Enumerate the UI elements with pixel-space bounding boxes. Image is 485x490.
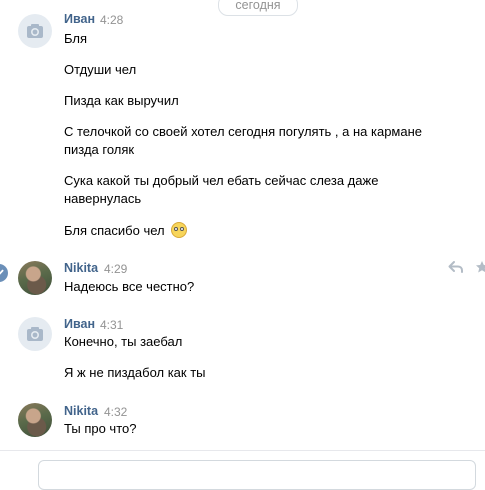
message-time[interactable]: 4:29: [104, 262, 127, 276]
message-author[interactable]: Иван: [64, 317, 95, 331]
message-time[interactable]: 4:28: [100, 13, 123, 27]
message-text: пизда голяк: [64, 142, 135, 157]
tearful-smile-emoji-icon: [171, 222, 188, 238]
message-time[interactable]: 4:32: [104, 405, 127, 419]
message-text: навернулась: [64, 191, 142, 206]
message-text: Бля: [64, 31, 88, 46]
avatar[interactable]: [18, 317, 52, 351]
avatar[interactable]: [18, 14, 52, 48]
selected-check-icon[interactable]: [0, 264, 8, 282]
message-text: Отдуши чел: [64, 62, 137, 77]
message-author[interactable]: Nikita: [64, 404, 98, 418]
avatar[interactable]: [18, 261, 52, 295]
date-separator: сегодня: [218, 0, 298, 16]
camera-placeholder-icon: [27, 24, 43, 38]
message-text: Ты про что?: [64, 421, 137, 436]
star-icon[interactable]: [475, 260, 485, 277]
message-text: Надеюсь все честно?: [64, 279, 195, 294]
message-text-with-emoji: Бля спасибо чел: [64, 222, 188, 239]
composer-divider: [0, 450, 485, 451]
message-text: Сука какой ты добрый чел ебать сейчас сл…: [64, 173, 379, 188]
reply-icon[interactable]: [448, 260, 464, 277]
avatar[interactable]: [18, 403, 52, 437]
message-text: Бля спасибо чел: [64, 223, 165, 238]
message-time[interactable]: 4:31: [100, 318, 123, 332]
message-author[interactable]: Nikita: [64, 261, 98, 275]
message-text: Пизда как выручил: [64, 93, 179, 108]
camera-placeholder-icon: [27, 327, 43, 341]
message-text: С телочкой со своей хотел сегодня погуля…: [64, 124, 423, 139]
check-icon: [0, 269, 4, 275]
message-author[interactable]: Иван: [64, 12, 95, 26]
message-text: Я ж не пиздабол как ты: [64, 365, 206, 380]
message-text: Конечно, ты заебал: [64, 334, 183, 349]
message-input[interactable]: [38, 460, 476, 490]
